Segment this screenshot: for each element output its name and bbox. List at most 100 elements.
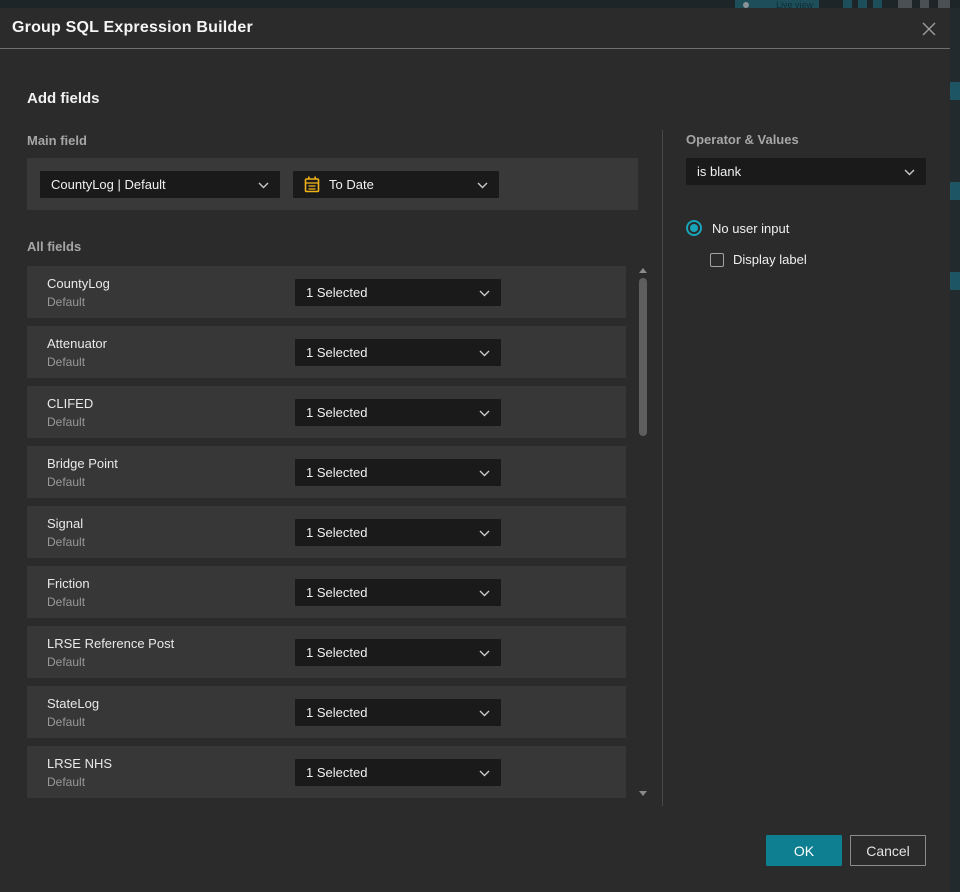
group-sql-expression-builder-dialog: Group SQL Expression Builder Add fields … (0, 8, 950, 892)
field-name: StateLog (47, 695, 100, 711)
field-selection-select[interactable]: 1 Selected (295, 518, 501, 546)
field-subtitle: Default (47, 774, 86, 789)
chevron-down-icon (479, 585, 490, 600)
field-subtitle: Default (47, 474, 86, 489)
field-name: Attenuator (47, 335, 107, 351)
field-row: CLIFED Default 1 Selected (27, 386, 626, 438)
date-field-select[interactable]: To Date (293, 170, 499, 198)
field-row: Friction Default 1 Selected (27, 566, 626, 618)
field-row: LRSE Reference Post Default 1 Selected (27, 626, 626, 678)
field-name: LRSE NHS (47, 755, 113, 771)
field-selection-select[interactable]: 1 Selected (295, 578, 501, 606)
cancel-button[interactable]: Cancel (850, 835, 926, 866)
chevron-down-icon (479, 465, 490, 480)
field-name: LRSE Reference Post (47, 635, 175, 651)
field-row: Bridge Point Default 1 Selected (27, 446, 626, 498)
chevron-down-icon (479, 645, 490, 660)
field-selection-select[interactable]: 1 Selected (295, 458, 501, 486)
chevron-down-icon (479, 765, 490, 780)
field-selection-label: 1 Selected (306, 464, 368, 480)
field-selection-label: 1 Selected (306, 704, 368, 720)
main-field-select[interactable]: CountyLog | Default (40, 170, 280, 198)
field-name: Bridge Point (47, 455, 118, 471)
radio-selected-icon[interactable] (686, 220, 702, 236)
background-bar (843, 0, 852, 8)
background-bar (938, 0, 950, 8)
all-fields-label: All fields (27, 239, 82, 254)
fields-list: CountyLog Default 1 Selected Attenuator … (27, 266, 626, 798)
scroll-down-icon[interactable] (639, 791, 647, 796)
panel-divider (662, 130, 663, 806)
field-name: CLIFED (47, 395, 94, 411)
field-subtitle: Default (47, 354, 86, 369)
field-selection-select[interactable]: 1 Selected (295, 758, 501, 786)
field-selection-select[interactable]: 1 Selected (295, 338, 501, 366)
background-bar (873, 0, 882, 8)
live-view-label: Live view (775, 0, 813, 8)
field-selection-label: 1 Selected (306, 404, 368, 420)
field-row: Attenuator Default 1 Selected (27, 326, 626, 378)
field-subtitle: Default (47, 534, 86, 549)
field-selection-select[interactable]: 1 Selected (295, 278, 501, 306)
field-row: LRSE NHS Default 1 Selected (27, 746, 626, 798)
field-selection-label: 1 Selected (306, 344, 368, 360)
field-subtitle: Default (47, 594, 86, 609)
close-icon[interactable] (920, 20, 938, 38)
scrollbar-thumb[interactable] (639, 278, 647, 436)
background-bar (858, 0, 867, 8)
main-field-row: CountyLog | Default To Date (27, 158, 638, 210)
field-subtitle: Default (47, 294, 86, 309)
background-chart-bar (950, 272, 960, 290)
field-selection-label: 1 Selected (306, 584, 368, 600)
operator-values-label: Operator & Values (686, 132, 799, 147)
main-field-select-value: CountyLog | Default (51, 176, 166, 192)
dialog-title: Group SQL Expression Builder (12, 19, 253, 36)
chevron-down-icon (904, 164, 915, 179)
field-selection-select[interactable]: 1 Selected (295, 398, 501, 426)
field-selection-label: 1 Selected (306, 644, 368, 660)
background-chart-bar (950, 182, 960, 200)
field-name: CountyLog (47, 275, 110, 291)
background-app-top-strip: Live view (0, 0, 960, 8)
background-bar (898, 0, 912, 8)
display-label-label: Display label (733, 252, 807, 267)
field-name: Friction (47, 575, 90, 591)
chevron-down-icon (479, 345, 490, 360)
background-chart-bar (950, 82, 960, 100)
background-app-right-strip (950, 8, 960, 892)
field-selection-select[interactable]: 1 Selected (295, 638, 501, 666)
field-row: Signal Default 1 Selected (27, 506, 626, 558)
dialog-titlebar: Group SQL Expression Builder (0, 8, 950, 49)
main-field-label: Main field (27, 133, 87, 148)
operator-select[interactable]: is blank (686, 158, 926, 185)
live-view-button: Live view (735, 0, 819, 8)
add-fields-heading: Add fields (27, 90, 100, 107)
field-subtitle: Default (47, 654, 86, 669)
chevron-down-icon (479, 705, 490, 720)
field-subtitle: Default (47, 414, 86, 429)
field-row: CountyLog Default 1 Selected (27, 266, 626, 318)
screen: Live view Group SQL Expression Builder A… (0, 0, 960, 892)
chevron-down-icon (258, 177, 269, 192)
field-name: Signal (47, 515, 84, 531)
calendar-icon (304, 176, 320, 193)
scroll-up-icon[interactable] (639, 268, 647, 273)
display-label-option[interactable]: Display label (710, 252, 807, 267)
field-selection-label: 1 Selected (306, 524, 368, 540)
checkbox-unchecked-icon[interactable] (710, 252, 724, 267)
field-selection-label: 1 Selected (306, 764, 368, 780)
date-field-select-value: To Date (329, 176, 374, 192)
operator-select-value: is blank (697, 164, 742, 179)
ok-button[interactable]: OK (766, 835, 842, 866)
chevron-down-icon (479, 525, 490, 540)
field-row: StateLog Default 1 Selected (27, 686, 626, 738)
field-selection-select[interactable]: 1 Selected (295, 698, 501, 726)
background-bar (920, 0, 929, 8)
field-subtitle: Default (47, 714, 86, 729)
chevron-down-icon (479, 285, 490, 300)
chevron-down-icon (477, 177, 488, 192)
chevron-down-icon (479, 405, 490, 420)
fields-scrollbar[interactable] (638, 266, 648, 798)
no-user-input-option[interactable]: No user input (686, 220, 789, 236)
no-user-input-label: No user input (712, 220, 790, 236)
